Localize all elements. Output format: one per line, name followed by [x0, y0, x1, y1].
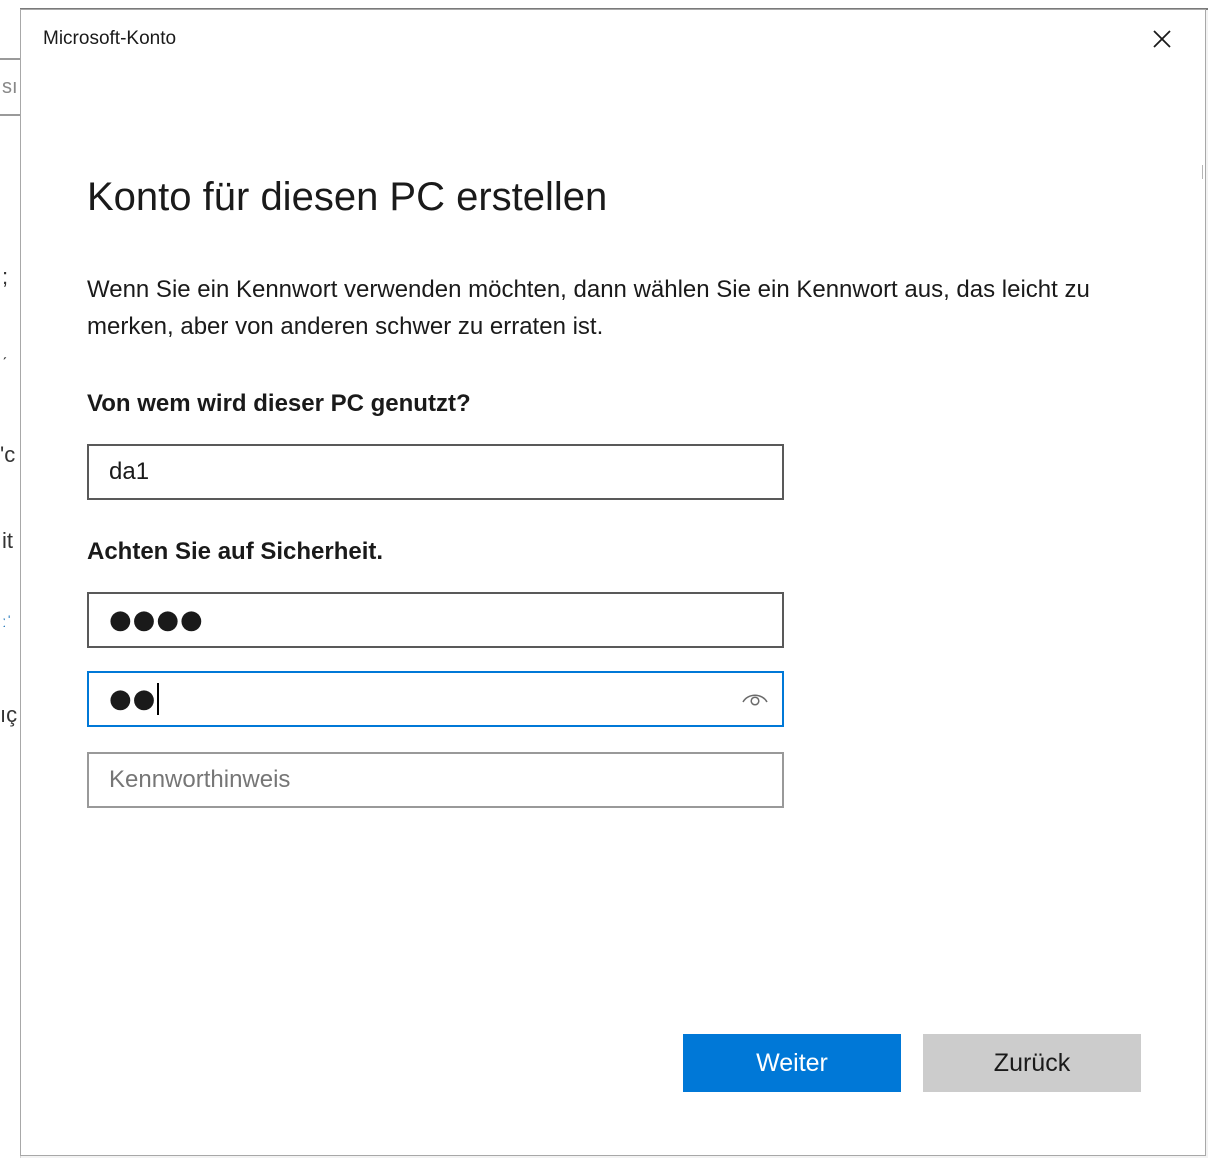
close-icon — [1153, 30, 1171, 48]
back-button[interactable]: Zurück — [923, 1034, 1141, 1092]
password-hint-placeholder: Kennworthinweis — [109, 766, 291, 793]
background-text-fragment: it — [2, 528, 13, 553]
background-text-fragment: sı — [2, 76, 18, 98]
dialog-titlebar: Microsoft-Konto — [21, 10, 1205, 68]
text-cursor — [157, 683, 160, 715]
background-text-fragment: ; — [2, 264, 9, 289]
reveal-password-button[interactable] — [740, 685, 770, 713]
page-title: Konto für diesen PC erstellen — [87, 175, 608, 219]
username-value: da1 — [109, 458, 150, 485]
background-settings-page: sı ; ˊ 'c it ːˈ ıç — [0, 0, 21, 1158]
microsoft-account-dialog: Microsoft-Konto Konto für diesen PC erst… — [20, 9, 1206, 1156]
background-link-fragment: ːˈ — [2, 614, 12, 631]
password-hint-input[interactable]: Kennworthinweis — [87, 752, 784, 808]
password-confirm-masked-value: ●● — [109, 684, 157, 714]
eye-icon — [742, 694, 768, 706]
background-divider — [0, 114, 20, 116]
password-input[interactable]: ●●●● — [87, 592, 784, 648]
window-title: Microsoft-Konto — [43, 28, 177, 49]
password-description: Wenn Sie ein Kennwort verwenden möchten,… — [87, 276, 1090, 340]
background-text-fragment: 'c — [0, 442, 16, 467]
user-section-label: Von wem wird dieser PC genutzt? — [87, 390, 471, 417]
background-divider — [0, 58, 20, 60]
password-confirm-input[interactable]: ●● — [87, 671, 784, 727]
background-text-fragment: ˊ — [2, 356, 8, 373]
username-input[interactable]: da1 — [87, 444, 784, 500]
close-button[interactable] — [1119, 10, 1205, 68]
background-text-fragment: ıç — [0, 702, 18, 727]
scrollbar-indicator — [1202, 165, 1203, 179]
next-button[interactable]: Weiter — [683, 1034, 901, 1092]
password-masked-value: ●●●● — [109, 605, 204, 635]
security-section-label: Achten Sie auf Sicherheit. — [87, 538, 384, 565]
